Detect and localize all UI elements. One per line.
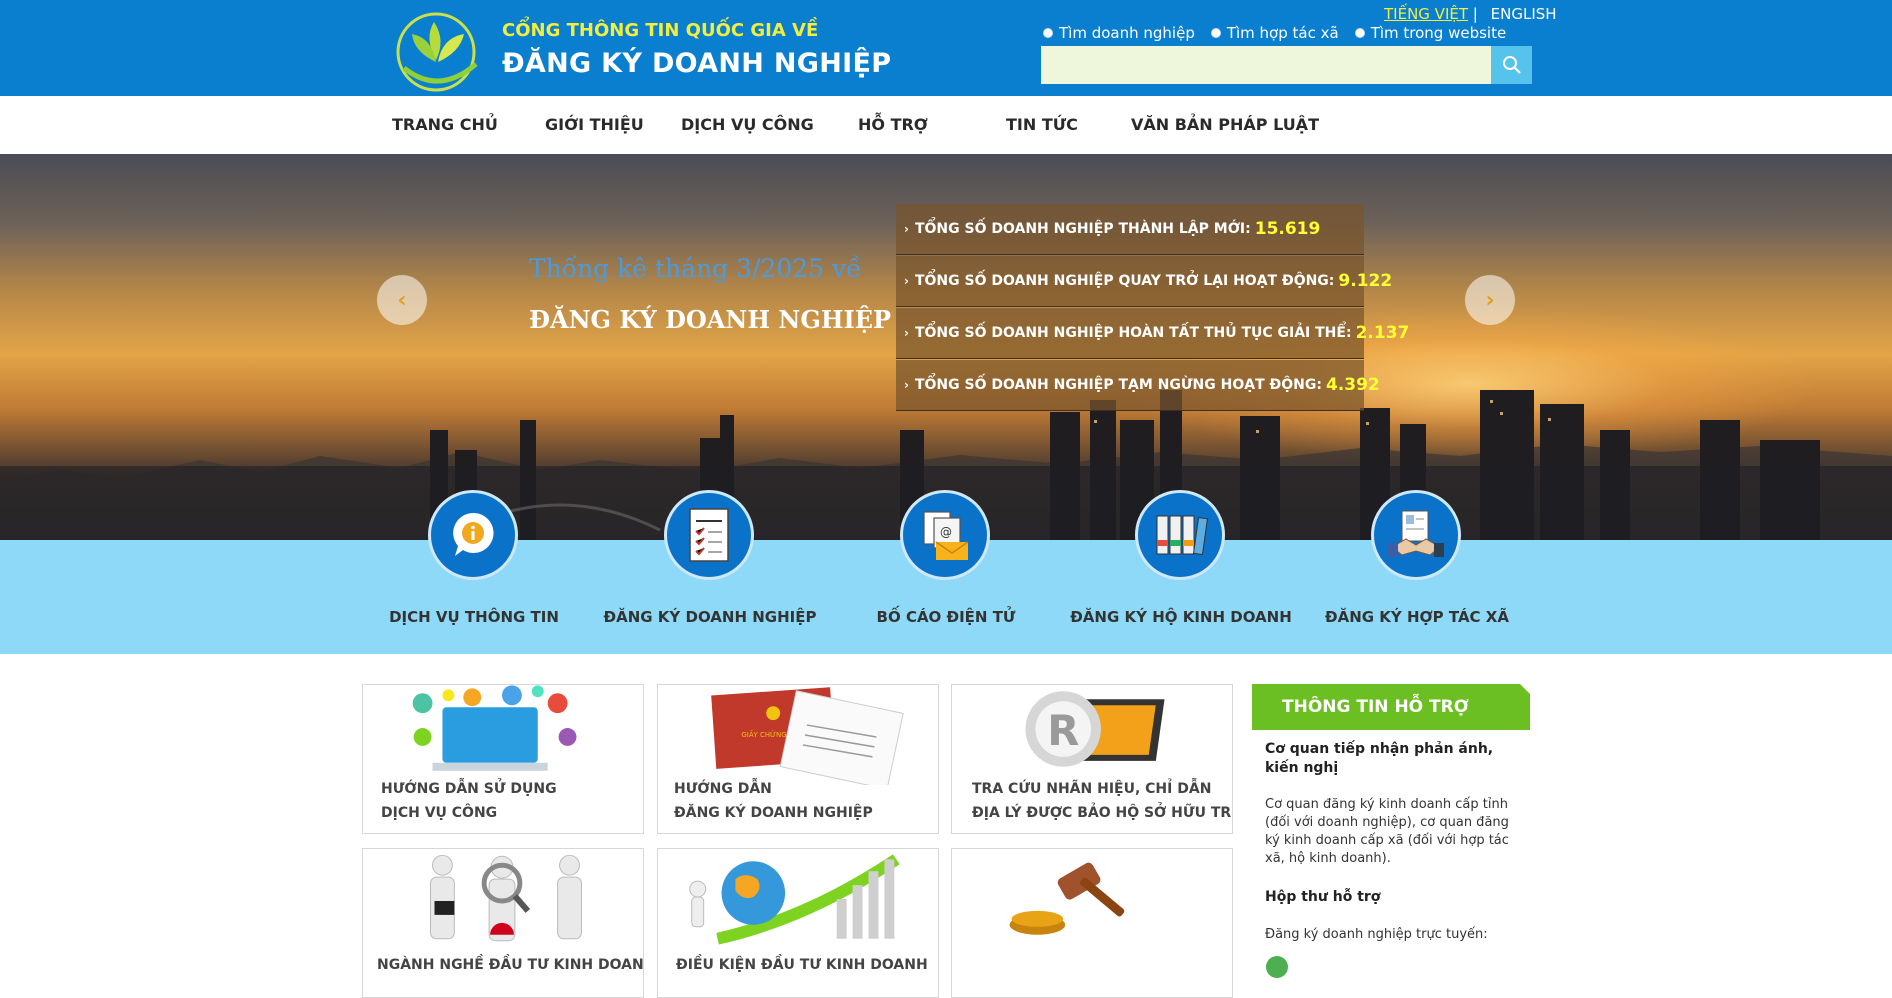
- support-heading-mailbox: Hộp thư hỗ trợ: [1265, 889, 1381, 905]
- radio-button[interactable]: [1210, 28, 1221, 38]
- header-bar: CỔNG THÔNG TIN QUỐC GIA VỀ ĐĂNG KÝ DOANH…: [0, 0, 1892, 96]
- brand-title[interactable]: ĐĂNG KÝ DOANH NGHIỆP: [502, 48, 891, 79]
- binders-icon: [1135, 490, 1225, 580]
- radio-label: Tìm hợp tác xã: [1226, 24, 1339, 42]
- support-text-feedback: Cơ quan đăng ký kinh doanh cấp tỉnh (đối…: [1265, 797, 1509, 866]
- service-label: DỊCH VỤ THÔNG TIN: [389, 608, 559, 626]
- card-trademark-lookup[interactable]: R TRA CỨU NHÃN HIỆU, CHỈ DẪN ĐỊA LÝ ĐƯỢC…: [951, 684, 1233, 834]
- email-document-icon: @: [900, 490, 990, 580]
- service-label: ĐĂNG KÝ DOANH NGHIỆP: [603, 608, 817, 626]
- hero-title: ĐĂNG KÝ DOANH NGHIỆP: [529, 305, 892, 334]
- statistics-panel: › TỔNG SỐ DOANH NGHIỆP THÀNH LẬP MỚI: 15…: [896, 204, 1409, 412]
- stat-label: TỔNG SỐ DOANH NGHIỆP THÀNH LẬP MỚI:: [914, 221, 1251, 237]
- stat-row-suspended[interactable]: › TỔNG SỐ DOANH NGHIỆP TẠM NGỪNG HOẠT ĐỘ…: [896, 360, 1380, 411]
- card-legal[interactable]: [951, 848, 1233, 998]
- card-business-conditions[interactable]: ĐIỀU KIỆN ĐẦU TƯ KINH DOANH: [657, 848, 939, 998]
- stat-label: TỔNG SỐ DOANH NGHIỆP HOÀN TẤT THỦ TỤC GI…: [914, 325, 1352, 341]
- service-label: BỐ CÁO ĐIỆN TỬ: [876, 608, 1016, 626]
- radio-button[interactable]: [1043, 28, 1053, 38]
- card-label-line: NGÀNH NGHỀ ĐẦU TƯ KINH DOANH: [377, 957, 644, 973]
- service-label: ĐĂNG KÝ HỢP TÁC XÃ: [1325, 608, 1509, 626]
- brand-subtitle: CỔNG THÔNG TIN QUỐC GIA VỀ: [502, 20, 819, 41]
- laptop-apps-image: [412, 685, 577, 771]
- radio-search-cooperative[interactable]: Tìm hợp tác xã: [1210, 24, 1339, 42]
- hero-slider: Thống kê tháng 3/2025 về ĐĂNG KÝ DOANH N…: [0, 154, 1892, 540]
- handshake-icon: [1371, 490, 1461, 580]
- nav-item-home[interactable]: TRANG CHỦ: [392, 115, 498, 134]
- support-panel-title: THÔNG TIN HỖ TRỢ: [1252, 684, 1530, 730]
- card-business-registration-guide[interactable]: GIẤY CHỨNG NHẬN HƯỚNG DẪN ĐĂNG KÝ DOANH …: [657, 684, 939, 834]
- search-input[interactable]: [1041, 46, 1491, 84]
- search-type-options: Tìm doanh nghiệp Tìm hợp tác xã Tìm tron…: [1043, 24, 1506, 42]
- card-public-service-guide[interactable]: HƯỚNG DẪN SỬ DỤNG DỊCH VỤ CÔNG: [362, 684, 644, 834]
- nav-item-about[interactable]: GIỚI THIỆU: [545, 115, 644, 134]
- card-label: HƯỚNG DẪN SỬ DỤNG DỊCH VỤ CÔNG: [381, 777, 557, 825]
- nav-item-legal-documents[interactable]: VĂN BẢN PHÁP LUẬT: [1131, 115, 1319, 134]
- card-label-line: HƯỚNG DẪN: [674, 781, 772, 797]
- chevron-right-icon: ›: [904, 326, 909, 340]
- stat-value: 15.619: [1254, 219, 1321, 239]
- stat-row-new[interactable]: › TỔNG SỐ DOANH NGHIỆP THÀNH LẬP MỚI: 15…: [896, 204, 1364, 255]
- business-people-image: [430, 854, 582, 942]
- stat-row-dissolved[interactable]: › TỔNG SỐ DOANH NGHIỆP HOÀN TẤT THỦ TỤC …: [896, 308, 1409, 359]
- card-label-line: ĐĂNG KÝ DOANH NGHIỆP: [674, 805, 873, 821]
- hero-subtitle: Thống kê tháng 3/2025 về: [529, 254, 862, 283]
- radio-search-business[interactable]: Tìm doanh nghiệp: [1043, 24, 1195, 42]
- trademark-image: R: [1025, 691, 1165, 767]
- lang-english-link[interactable]: ENGLISH: [1491, 5, 1557, 23]
- radio-button[interactable]: [1354, 28, 1365, 38]
- slider-next-button[interactable]: ›: [1465, 275, 1515, 325]
- main-navigation: TRANG CHỦ GIỚI THIỆU DỊCH VỤ CÔNG HỖ TRỢ…: [0, 96, 1892, 155]
- card-label-line: ĐỊA LÝ ĐƯỢC BẢO HỘ SỞ HỮU TRÍ TUỆ: [972, 805, 1232, 821]
- card-label: NGÀNH NGHỀ ĐẦU TƯ KINH DOANH: [377, 953, 644, 977]
- gavel-image: [1009, 862, 1125, 935]
- nav-item-news[interactable]: TIN TỨC: [1006, 115, 1078, 134]
- slider-prev-button[interactable]: ‹: [377, 275, 427, 325]
- radio-label: Tìm trong website: [1370, 24, 1507, 42]
- support-text-online: Đăng ký doanh nghiệp trực tuyến:: [1265, 927, 1488, 942]
- card-label: ĐIỀU KIỆN ĐẦU TƯ KINH DOANH: [676, 953, 928, 977]
- globe-growth-image: [689, 854, 900, 945]
- stat-value: 2.137: [1355, 323, 1410, 343]
- card-label: HƯỚNG DẪN ĐĂNG KÝ DOANH NGHIỆP: [674, 777, 873, 825]
- chevron-right-icon: ›: [904, 222, 909, 236]
- chevron-right-icon: ›: [904, 274, 909, 288]
- stat-label: TỔNG SỐ DOANH NGHIỆP TẠM NGỪNG HOẠT ĐỘNG…: [914, 377, 1322, 393]
- radio-label: Tìm doanh nghiệp: [1059, 24, 1195, 42]
- services-band: DỊCH VỤ THÔNG TIN ĐĂNG KÝ DOANH NGHIỆP @…: [0, 490, 1892, 654]
- card-label: TRA CỨU NHÃN HIỆU, CHỈ DẪN ĐỊA LÝ ĐƯỢC B…: [972, 777, 1232, 825]
- info-icon: [428, 490, 518, 580]
- stat-value: 9.122: [1338, 271, 1393, 291]
- card-label-line: HƯỚNG DẪN SỬ DỤNG: [381, 781, 557, 797]
- card-label-line: DỊCH VỤ CÔNG: [381, 805, 498, 821]
- service-label: ĐĂNG KÝ HỘ KINH DOANH: [1070, 608, 1292, 626]
- search-icon: [1502, 56, 1521, 74]
- search-button[interactable]: [1491, 46, 1532, 84]
- nav-item-support[interactable]: HỖ TRỢ: [858, 115, 928, 134]
- stat-value: 4.392: [1325, 375, 1380, 395]
- stat-label: TỔNG SỐ DOANH NGHIỆP QUAY TRỞ LẠI HOẠT Đ…: [914, 273, 1335, 289]
- support-heading-feedback: Cơ quan tiếp nhận phản ánh, kiến nghị: [1265, 741, 1494, 776]
- chevron-right-icon: ›: [904, 378, 909, 392]
- lang-vietnamese-link[interactable]: TIẾNG VIỆT: [1384, 5, 1468, 23]
- card-business-lines[interactable]: NGÀNH NGHỀ ĐẦU TƯ KINH DOANH: [362, 848, 644, 998]
- lang-separator: |: [1472, 5, 1478, 23]
- registration-form-icon: [664, 490, 754, 580]
- nav-item-public-services[interactable]: DỊCH VỤ CÔNG: [681, 115, 814, 134]
- support-status-icon: [1266, 956, 1288, 978]
- stat-row-returned[interactable]: › TỔNG SỐ DOANH NGHIỆP QUAY TRỞ LẠI HOẠT…: [896, 256, 1392, 307]
- support-info-panel: THÔNG TIN HỖ TRỢ Cơ quan tiếp nhận phản …: [1252, 684, 1530, 978]
- svg-text:@: @: [940, 525, 952, 539]
- language-switcher: TIẾNG VIỆT | ENGLISH: [1384, 5, 1557, 23]
- logo-icon[interactable]: [394, 8, 484, 92]
- radio-search-website[interactable]: Tìm trong website: [1354, 24, 1507, 42]
- card-label-line: TRA CỨU NHÃN HIỆU, CHỈ DẪN: [972, 781, 1212, 797]
- certificate-image: GIẤY CHỨNG NHẬN: [711, 687, 904, 785]
- svg-text:R: R: [1047, 706, 1079, 755]
- card-label-line: ĐIỀU KIỆN ĐẦU TƯ KINH DOANH: [676, 957, 928, 973]
